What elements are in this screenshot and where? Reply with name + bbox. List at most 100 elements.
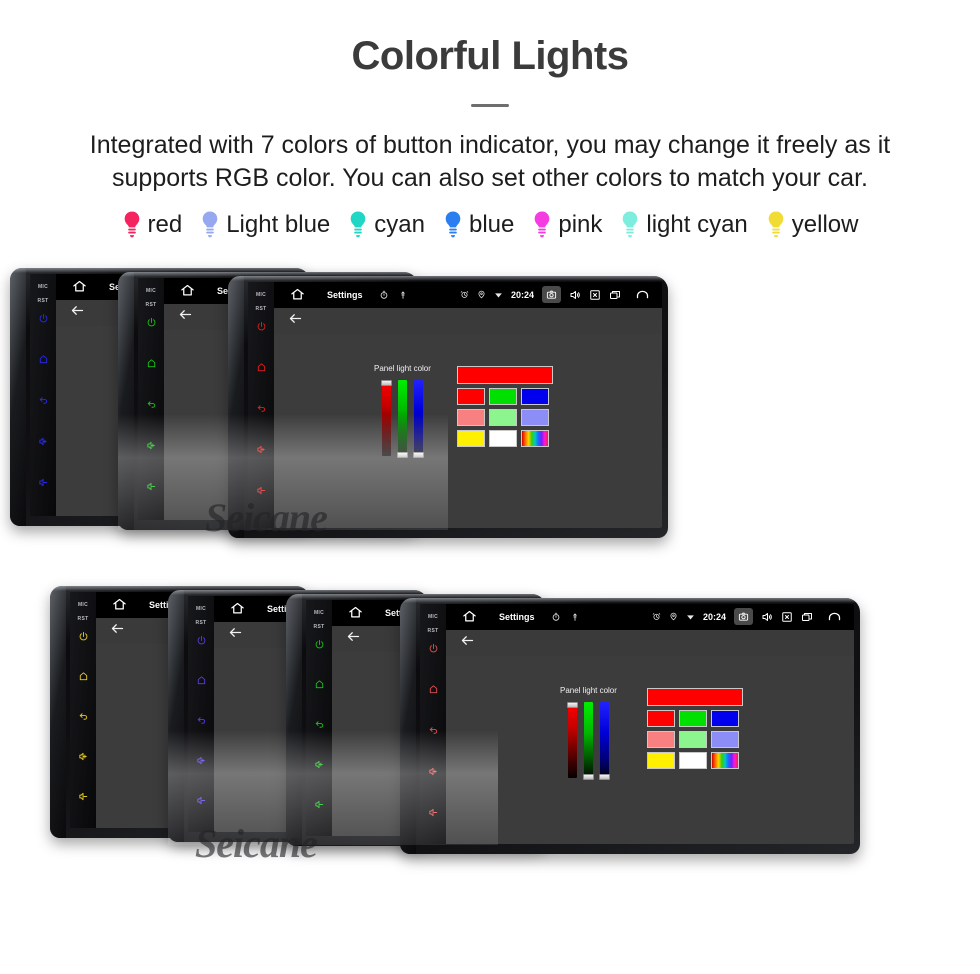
back-key-icon[interactable] <box>146 397 157 415</box>
red-slider[interactable] <box>566 701 578 778</box>
blue-slider[interactable] <box>598 701 610 780</box>
color-swatch-0-2[interactable] <box>710 709 739 727</box>
home-key-icon[interactable] <box>146 356 157 374</box>
device-red[interactable]: Panel light color Settings 20:24 MIC RST <box>228 275 668 538</box>
usb-icon[interactable] <box>398 290 408 300</box>
location-icon[interactable] <box>669 612 678 621</box>
color-swatch-0-0[interactable] <box>646 709 675 727</box>
color-swatch-1-1[interactable] <box>678 730 707 748</box>
volume-up-icon[interactable] <box>146 438 157 456</box>
back-key-icon[interactable] <box>314 717 325 735</box>
color-swatch-1-0[interactable] <box>456 408 485 426</box>
power-icon[interactable] <box>256 319 267 337</box>
power-icon[interactable] <box>38 311 49 329</box>
green-slider[interactable] <box>396 379 408 458</box>
color-swatch-2-0[interactable] <box>456 429 485 447</box>
volume-up-icon[interactable] <box>196 753 207 771</box>
timer-icon[interactable] <box>551 612 561 622</box>
power-icon[interactable] <box>78 629 89 647</box>
volume-down-icon[interactable] <box>314 797 325 815</box>
red-slider-handle[interactable] <box>566 701 578 708</box>
volume-down-icon[interactable] <box>38 475 49 493</box>
color-swatch-0-1[interactable] <box>488 387 517 405</box>
color-swatch-1-2[interactable] <box>520 408 549 426</box>
back-button[interactable] <box>110 621 125 641</box>
color-preview-swatch[interactable] <box>646 687 743 706</box>
home-icon[interactable] <box>290 287 305 302</box>
device-red[interactable]: Panel light color Settings 20:24 MIC RST <box>400 597 860 854</box>
volume-icon[interactable] <box>569 289 581 301</box>
back-button[interactable] <box>178 307 193 327</box>
home-key-icon[interactable] <box>78 669 89 687</box>
power-icon[interactable] <box>314 637 325 655</box>
back-key-icon[interactable] <box>78 709 89 727</box>
home-icon[interactable] <box>348 605 363 620</box>
color-swatch-2-0[interactable] <box>646 751 675 769</box>
color-swatch-0-2[interactable] <box>520 387 549 405</box>
color-swatch-1-0[interactable] <box>646 730 675 748</box>
color-swatch-0-1[interactable] <box>678 709 707 727</box>
green-slider-handle[interactable] <box>396 451 408 458</box>
color-swatch-0-0[interactable] <box>456 387 485 405</box>
color-swatch-2-1[interactable] <box>678 751 707 769</box>
back-arrow-icon[interactable] <box>635 287 650 302</box>
volume-up-icon[interactable] <box>78 749 89 767</box>
recents-icon[interactable] <box>609 289 621 301</box>
home-key-icon[interactable] <box>314 677 325 695</box>
color-swatch-2-2[interactable] <box>520 429 549 447</box>
volume-down-icon[interactable] <box>428 805 439 823</box>
alarm-icon[interactable] <box>460 290 469 299</box>
volume-up-icon[interactable] <box>38 434 49 452</box>
power-icon[interactable] <box>428 641 439 659</box>
home-icon[interactable] <box>72 279 87 294</box>
back-button[interactable] <box>228 625 243 645</box>
blue-slider[interactable] <box>412 379 424 458</box>
camera-icon[interactable] <box>542 286 561 303</box>
home-key-icon[interactable] <box>38 352 49 370</box>
usb-icon[interactable] <box>570 612 580 622</box>
timer-icon[interactable] <box>379 290 389 300</box>
back-arrow-icon[interactable] <box>827 609 842 624</box>
recents-icon[interactable] <box>801 611 813 623</box>
back-key-icon[interactable] <box>428 723 439 741</box>
back-key-icon[interactable] <box>256 401 267 419</box>
home-icon[interactable] <box>230 601 245 616</box>
home-key-icon[interactable] <box>196 673 207 691</box>
back-button[interactable] <box>288 311 303 331</box>
home-key-icon[interactable] <box>428 682 439 700</box>
power-icon[interactable] <box>196 633 207 651</box>
volume-down-icon[interactable] <box>256 483 267 501</box>
back-key-icon[interactable] <box>196 713 207 731</box>
blue-slider-handle[interactable] <box>412 451 424 458</box>
home-icon[interactable] <box>180 283 195 298</box>
green-slider-handle[interactable] <box>582 773 594 780</box>
volume-down-icon[interactable] <box>78 789 89 807</box>
alarm-icon[interactable] <box>652 612 661 621</box>
green-slider[interactable] <box>582 701 594 780</box>
color-swatch-1-1[interactable] <box>488 408 517 426</box>
red-slider-handle[interactable] <box>380 379 392 386</box>
close-box-icon[interactable] <box>589 289 601 301</box>
volume-up-icon[interactable] <box>428 764 439 782</box>
back-button[interactable] <box>346 629 361 649</box>
back-button[interactable] <box>460 633 475 653</box>
home-icon[interactable] <box>112 597 127 612</box>
blue-slider-handle[interactable] <box>598 773 610 780</box>
wifi-icon[interactable] <box>686 612 695 621</box>
color-swatch-1-2[interactable] <box>710 730 739 748</box>
home-key-icon[interactable] <box>256 360 267 378</box>
back-key-icon[interactable] <box>38 393 49 411</box>
home-icon[interactable] <box>462 609 477 624</box>
color-swatch-2-1[interactable] <box>488 429 517 447</box>
power-icon[interactable] <box>146 315 157 333</box>
camera-icon[interactable] <box>734 608 753 625</box>
volume-up-icon[interactable] <box>256 442 267 460</box>
volume-down-icon[interactable] <box>146 479 157 497</box>
back-button[interactable] <box>70 303 85 323</box>
volume-down-icon[interactable] <box>196 793 207 811</box>
location-icon[interactable] <box>477 290 486 299</box>
close-box-icon[interactable] <box>781 611 793 623</box>
wifi-icon[interactable] <box>494 290 503 299</box>
volume-icon[interactable] <box>761 611 773 623</box>
color-preview-swatch[interactable] <box>456 365 553 384</box>
